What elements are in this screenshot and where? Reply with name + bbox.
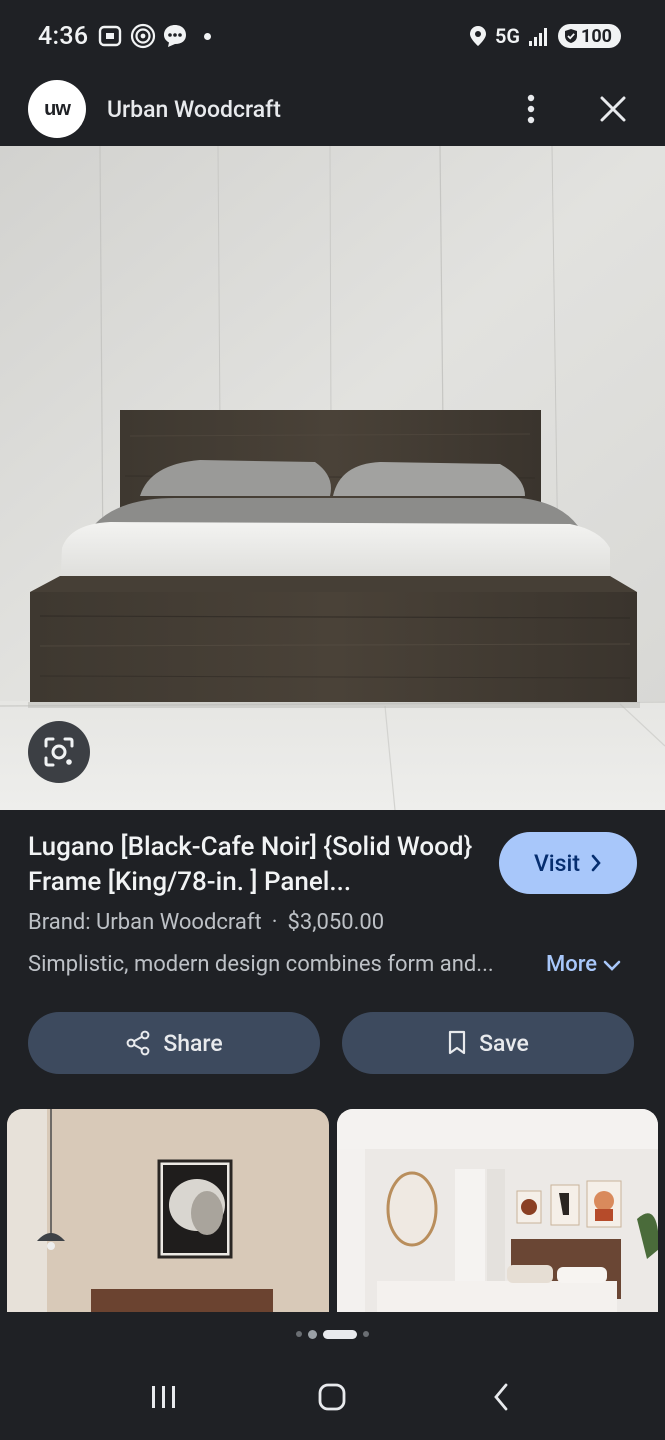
chevron-right-icon [591, 854, 601, 872]
more-options-button[interactable] [507, 85, 555, 133]
bedroom-photo-1 [7, 1109, 329, 1312]
network-type: 5G [494, 24, 521, 48]
pager-dot [363, 1331, 369, 1337]
image-pager [0, 1328, 665, 1340]
status-bar: 4:36 5G 100 [0, 0, 665, 72]
battery-level: 100 [581, 25, 612, 47]
chevron-down-icon [603, 960, 621, 971]
battery-indicator: 100 [558, 24, 621, 48]
close-button[interactable] [589, 85, 637, 133]
site-name[interactable]: Urban Woodcraft [107, 96, 507, 123]
screenshot-icon [99, 25, 122, 47]
bed-photo [0, 146, 665, 810]
site-avatar[interactable]: uw [28, 80, 86, 138]
related-images [7, 1109, 658, 1312]
brand-price-line: Brand: Urban Woodcraft · $3,050.00 [28, 910, 384, 935]
related-image-1[interactable] [7, 1109, 329, 1312]
more-label: More [546, 952, 598, 977]
lens-search-button[interactable] [28, 721, 90, 783]
hotspot-icon [131, 23, 156, 49]
separator-dot: · [271, 910, 278, 935]
status-time: 4:36 [38, 21, 89, 51]
share-icon [126, 1030, 150, 1056]
action-buttons: Share Save [28, 1012, 634, 1074]
system-nav-bar [0, 1354, 665, 1440]
pager-dot [308, 1329, 317, 1339]
home-icon [319, 1383, 346, 1411]
price-text: $3,050.00 [287, 910, 385, 935]
save-button[interactable]: Save [342, 1012, 634, 1074]
recent-apps-icon [152, 1386, 176, 1408]
product-image[interactable] [0, 146, 665, 810]
recent-apps-button[interactable] [140, 1373, 188, 1421]
back-button[interactable] [477, 1373, 525, 1421]
back-icon [493, 1383, 508, 1411]
pager-dot [296, 1331, 302, 1337]
bedroom-photo-2 [336, 1109, 658, 1312]
save-label: Save [479, 1029, 529, 1057]
pager-dot-active [323, 1329, 357, 1339]
brand-text: Brand: Urban Woodcraft [28, 910, 262, 935]
description-text: Simplistic, modern design combines form … [28, 952, 494, 977]
app-header: uw Urban Woodcraft [0, 72, 665, 146]
battery-shield-icon [565, 29, 578, 43]
share-button[interactable]: Share [28, 1012, 320, 1074]
bookmark-icon [449, 1030, 466, 1055]
lens-icon [44, 737, 74, 767]
description-line: Simplistic, modern design combines form … [28, 952, 638, 977]
signal-icon [529, 28, 548, 46]
notification-dot-icon [204, 32, 212, 40]
home-button[interactable] [308, 1373, 356, 1421]
visit-button[interactable]: Visit [499, 832, 637, 894]
visit-label: Visit [533, 849, 581, 877]
more-vert-icon [527, 94, 535, 124]
related-image-2[interactable] [336, 1109, 658, 1312]
share-label: Share [163, 1029, 223, 1057]
location-icon [469, 26, 486, 46]
close-icon [600, 96, 626, 122]
product-title[interactable]: Lugano [Black-Cafe Noir] {Solid Wood} Fr… [28, 830, 488, 900]
messages-icon [164, 25, 187, 47]
more-link[interactable]: More [546, 952, 621, 977]
